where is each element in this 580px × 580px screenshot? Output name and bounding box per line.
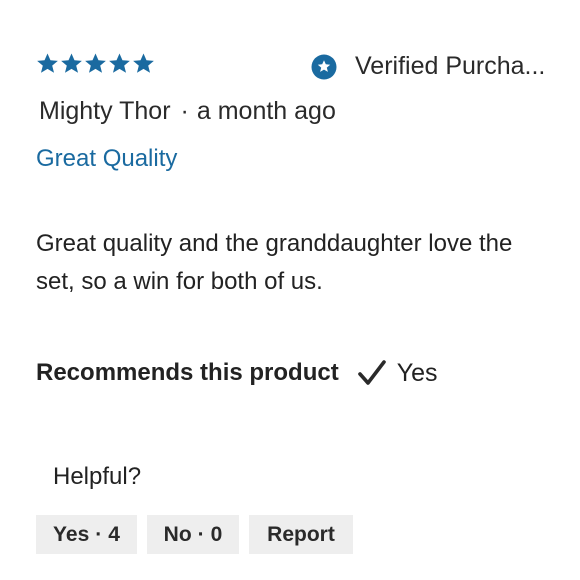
helpful-yes-button[interactable]: Yes · 4 <box>36 515 137 554</box>
star-icon <box>84 52 107 75</box>
star-rating <box>36 52 155 75</box>
star-icon <box>36 52 59 75</box>
review-body: Great quality and the granddaughter love… <box>36 230 513 295</box>
author-name: Mighty Thor <box>39 97 171 125</box>
report-button[interactable]: Report <box>249 515 353 554</box>
rating-row <box>36 52 155 75</box>
star-badge-icon <box>311 54 337 80</box>
star-icon <box>132 52 155 75</box>
helpful-no-button[interactable]: No · 0 <box>147 515 239 554</box>
verified-purchase-text: Verified Purcha... <box>355 52 546 80</box>
helpful-yes-label: Yes <box>53 522 90 546</box>
checkmark-icon <box>339 358 387 388</box>
feedback-row: Yes · 4 No · 0 Report <box>36 515 353 554</box>
helpful-no-count: 0 <box>210 522 223 546</box>
separator: · <box>180 97 189 125</box>
separator: · <box>95 522 103 546</box>
recommend-value: Yes <box>396 358 438 387</box>
review-time: a month ago <box>196 97 336 125</box>
star-icon <box>60 52 83 75</box>
separator: · <box>197 522 205 546</box>
helpful-no-label: No <box>163 522 192 546</box>
recommend-label: Recommends this product <box>36 359 339 386</box>
recommend-row: Recommends this product Yes <box>36 358 438 388</box>
author-row: Mighty Thor · a month ago <box>39 97 336 126</box>
report-label: Report <box>267 522 335 546</box>
helpful-label: Helpful? <box>53 463 142 490</box>
verified-purchase-badge: Verified Purcha... <box>311 52 545 81</box>
helpful-yes-count: 4 <box>108 522 120 546</box>
review-card: Verified Purcha... Mighty Thor · a month a… <box>0 0 580 580</box>
star-icon <box>108 52 131 75</box>
review-title: Great Quality <box>36 145 178 172</box>
